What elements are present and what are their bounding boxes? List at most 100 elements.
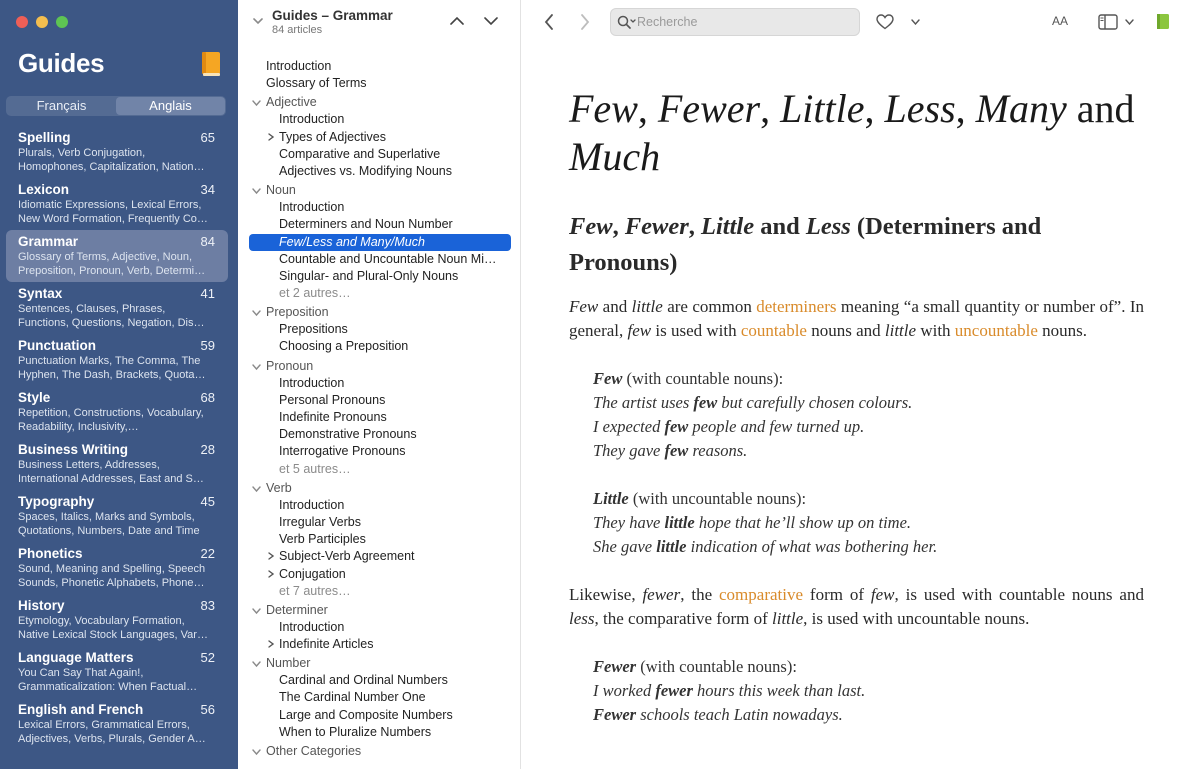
toc-item[interactable]: et 2 autres…	[249, 285, 511, 302]
toc-section[interactable]: Pronoun	[249, 356, 511, 375]
toc-item[interactable]: Introduction	[249, 111, 511, 128]
disclosure-collapsed-icon[interactable]	[267, 640, 276, 648]
link-comparative[interactable]: comparative	[719, 585, 803, 604]
toc-item[interactable]: Countable and Uncountable Noun Mi…	[249, 251, 511, 268]
search-box[interactable]	[610, 8, 860, 36]
toc-item-label: Comparative and Superlative	[279, 146, 441, 161]
previous-article-icon[interactable]	[450, 16, 464, 26]
category-item[interactable]: Language Matters 52 You Can Say That Again…	[6, 646, 228, 698]
toc-item[interactable]: Demonstrative Pronouns	[249, 426, 511, 443]
link-determiners[interactable]: determiners	[756, 297, 836, 316]
disclosure-expanded-icon[interactable]	[252, 309, 261, 317]
next-article-icon[interactable]	[484, 16, 498, 26]
toc-item[interactable]: Irregular Verbs	[249, 514, 511, 531]
category-item[interactable]: Typography 45 Spaces, Italics, Marks and S…	[6, 490, 228, 542]
forward-arrow-icon[interactable]	[580, 14, 590, 30]
toc-item[interactable]: Singular- and Plural-Only Nouns	[249, 268, 511, 285]
toc-section[interactable]: Number	[249, 653, 511, 672]
toc-item[interactable]: Types of Adjectives	[249, 129, 511, 146]
category-item[interactable]: English and French 56 Lexical Errors, Gram…	[6, 698, 228, 750]
category-item[interactable]: Phonetics 22 Sound, Meaning and Spelling, …	[6, 542, 228, 594]
category-item[interactable]: Lexicon 34 Idiomatic Expressions, Lexical …	[6, 178, 228, 230]
toc-item[interactable]: Determiners and Noun Number	[249, 216, 511, 233]
toc-item[interactable]: Glossary of Terms	[249, 75, 511, 92]
toc-item[interactable]: Indefinite Pronouns	[249, 409, 511, 426]
toc-section[interactable]: Adjective	[249, 92, 511, 111]
category-name: History	[18, 598, 65, 613]
toc-item-label: Introduction	[279, 497, 345, 512]
toc-item[interactable]: Verb Participles	[249, 531, 511, 548]
toc-title: Guides – Grammar	[272, 8, 393, 23]
disclosure-expanded-icon[interactable]	[252, 607, 261, 615]
guide-book-icon[interactable]	[1156, 13, 1170, 30]
toc-item[interactable]: Personal Pronouns	[249, 392, 511, 409]
toc-item-label: et 5 autres…	[279, 461, 351, 476]
chevron-down-icon[interactable]	[1125, 19, 1134, 25]
toc-item[interactable]: Comparative and Superlative	[249, 146, 511, 163]
toc-item[interactable]: Introduction	[249, 619, 511, 636]
toc-item[interactable]: Adjectives vs. Modifying Nouns	[249, 163, 511, 180]
toc-item[interactable]: Indefinite Articles	[249, 636, 511, 653]
link-uncountable[interactable]: uncountable	[955, 321, 1038, 340]
toc-item[interactable]: Introduction	[249, 199, 511, 216]
disclosure-expanded-icon[interactable]	[252, 363, 261, 371]
chevron-down-icon[interactable]	[253, 17, 263, 25]
toc-item-label: Types of Adjectives	[279, 129, 387, 144]
toc-item[interactable]: et 5 autres…	[249, 461, 511, 478]
zoom-window-button[interactable]	[56, 16, 68, 28]
close-window-button[interactable]	[16, 16, 28, 28]
category-item[interactable]: History 83 Etymology, Vocabulary Formation…	[6, 594, 228, 646]
toc-item[interactable]: et 7 autres…	[249, 583, 511, 600]
category-count: 52	[200, 650, 215, 665]
disclosure-collapsed-icon[interactable]	[267, 132, 276, 141]
toc-item[interactable]: Subject-Verb Agreement	[249, 548, 511, 565]
toc-item[interactable]: Cardinal and Ordinal Numbers	[249, 672, 511, 689]
category-count: 68	[200, 390, 215, 405]
disclosure-expanded-icon[interactable]	[252, 485, 261, 493]
category-item[interactable]: Syntax 41 Sentences, Clauses, Phrases, Fun…	[6, 282, 228, 334]
toc-item[interactable]: Few/Less and Many/Much	[249, 233, 511, 251]
toc-section[interactable]: Noun	[249, 180, 511, 199]
toc-item[interactable]: Interrogative Pronouns	[249, 443, 511, 460]
link-countable[interactable]: countable	[741, 321, 807, 340]
disclosure-expanded-icon[interactable]	[252, 748, 261, 756]
category-item[interactable]: Punctuation 59 Punctuation Marks, The Comm…	[6, 334, 228, 386]
disclosure-expanded-icon[interactable]	[252, 187, 261, 195]
toc-item[interactable]: When to Pluralize Numbers	[249, 724, 511, 741]
toc-item[interactable]: Choosing a Preposition	[249, 338, 511, 355]
toc-section[interactable]: Verb	[249, 478, 511, 497]
toc-item-label: Personal Pronouns	[279, 392, 386, 407]
toc-item[interactable]: Prepositions	[249, 321, 511, 338]
toc-section[interactable]: Determiner	[249, 600, 511, 619]
language-anglais-button[interactable]: Anglais	[116, 97, 225, 115]
language-francais-button[interactable]: Français	[7, 97, 116, 115]
disclosure-expanded-icon[interactable]	[252, 660, 261, 668]
toc-item[interactable]: Large and Composite Numbers	[249, 707, 511, 724]
toc-item[interactable]: Introduction	[249, 58, 511, 75]
disclosure-expanded-icon[interactable]	[252, 99, 261, 107]
toc-item[interactable]: The Cardinal Number One	[249, 689, 511, 706]
disclosure-collapsed-icon[interactable]	[267, 552, 276, 561]
example-term: little	[664, 513, 695, 532]
example-line: She gave little indication of what was b…	[593, 535, 1144, 559]
toc-section[interactable]: Other Categories	[249, 741, 511, 760]
toc-item-label: Introduction	[279, 112, 345, 127]
heart-icon[interactable]	[876, 14, 894, 30]
disclosure-collapsed-icon[interactable]	[267, 569, 276, 578]
category-item[interactable]: Business Writing 28 Business Letters, Addr…	[6, 438, 228, 490]
toc-item[interactable]: Introduction	[249, 497, 511, 514]
category-item[interactable]: Style 68 Repetition, Constructions, Vocabu…	[6, 386, 228, 438]
search-input[interactable]	[637, 13, 852, 31]
sidebar-toggle-icon[interactable]	[1098, 14, 1118, 30]
example-line: They have little hope that he’ll show up…	[593, 511, 1144, 535]
category-item[interactable]: Grammar 84 Glossary of Terms, Adjective, N…	[6, 230, 228, 282]
category-count: 56	[200, 702, 215, 717]
font-size-button[interactable]: AA	[1052, 12, 1068, 30]
chevron-down-icon[interactable]	[911, 19, 920, 25]
minimize-window-button[interactable]	[36, 16, 48, 28]
toc-item[interactable]: Conjugation	[249, 566, 511, 583]
toc-section[interactable]: Preposition	[249, 302, 511, 321]
toc-item[interactable]: Introduction	[249, 375, 511, 392]
category-item[interactable]: Spelling 65 Plurals, Verb Conjugation, Hom…	[6, 126, 228, 178]
back-arrow-icon[interactable]	[544, 14, 554, 30]
